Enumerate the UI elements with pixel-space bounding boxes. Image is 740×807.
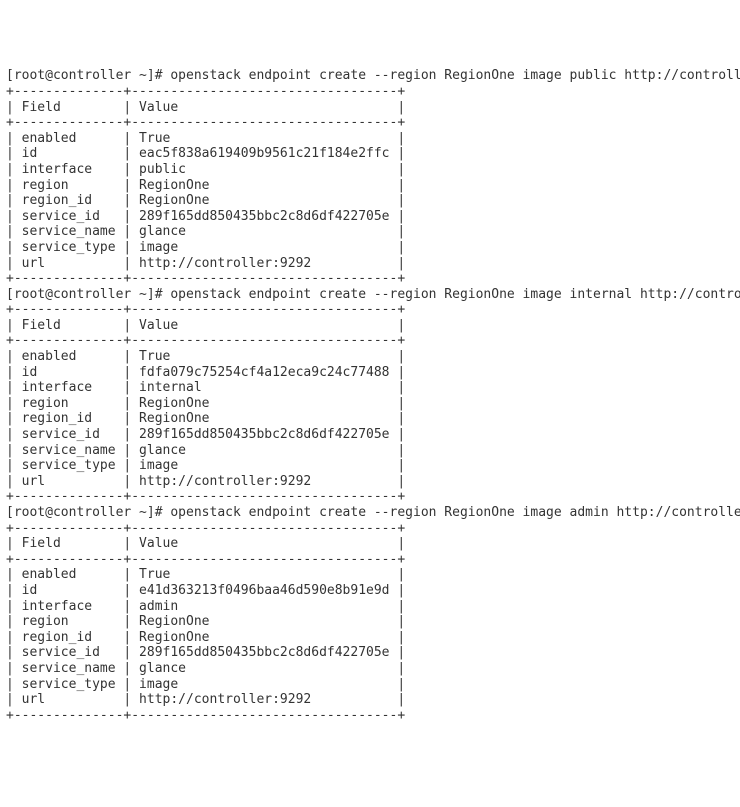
command-prompt-0: [root@controller ~]# openstack endpoint … (6, 68, 740, 83)
terminal-text: [root@controller ~]# openstack endpoint … (6, 68, 740, 722)
command-prompt-1: [root@controller ~]# openstack endpoint … (6, 287, 740, 302)
terminal-output: [root@controller ~]# openstack endpoint … (6, 68, 734, 723)
command-prompt-2: [root@controller ~]# openstack endpoint … (6, 505, 740, 520)
